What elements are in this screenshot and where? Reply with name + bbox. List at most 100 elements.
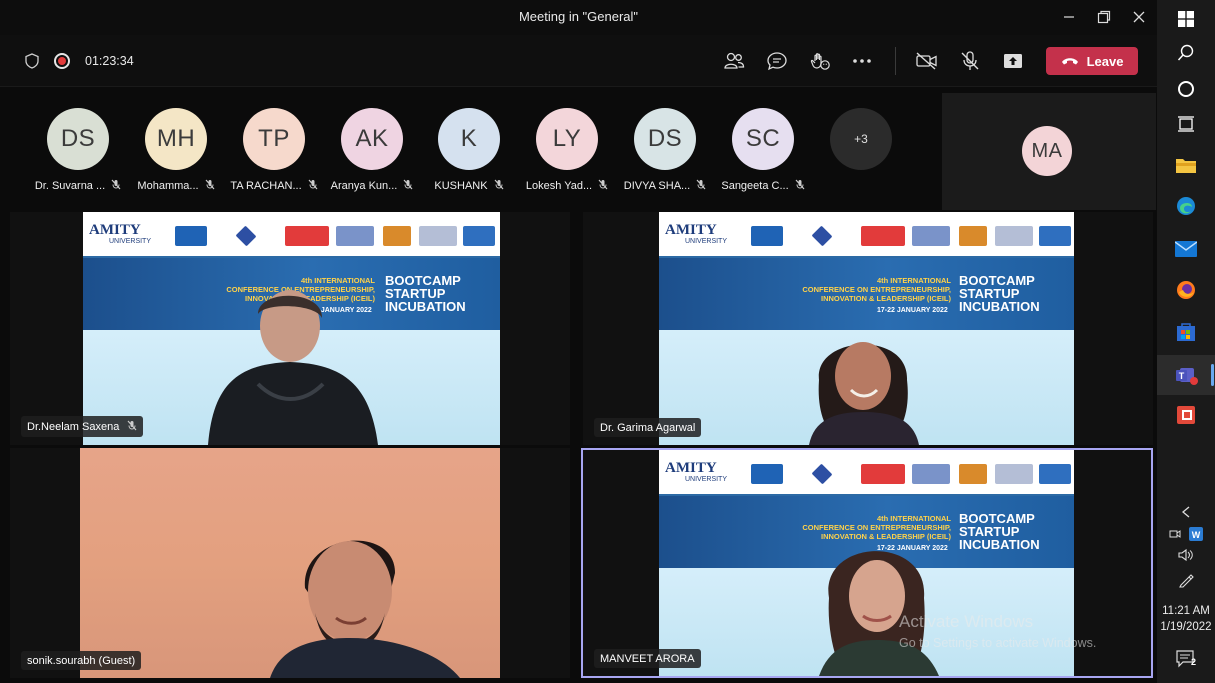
avatar: DS: [634, 108, 696, 170]
mic-off-icon: [127, 420, 137, 434]
participant-tile[interactable]: DS Dr. Suvarna ...: [33, 108, 123, 193]
te-delhi-logo: [861, 464, 905, 484]
office-icon[interactable]: [1157, 396, 1215, 434]
participant-tile[interactable]: MH Mohamma...: [131, 108, 221, 193]
more-participants-button[interactable]: +3: [830, 108, 892, 170]
minimize-icon[interactable]: [1054, 5, 1084, 29]
mic-off-icon[interactable]: [958, 49, 982, 73]
participant-video: [819, 551, 939, 676]
university-logo: AMITY: [89, 222, 141, 238]
meeting-toolbar: 01:23:34 Leave: [0, 35, 1157, 87]
participant-label: Dr.Neelam Saxena: [21, 416, 144, 437]
phone-icon: [1061, 54, 1079, 69]
mic-off-icon: [308, 179, 318, 193]
participant-tile[interactable]: K KUSHANK: [424, 108, 514, 193]
mic-off-icon: [403, 179, 413, 193]
windows-start-icon[interactable]: [1157, 0, 1215, 38]
leave-button[interactable]: Leave: [1046, 47, 1138, 75]
participant-label: MANVEET ARORA: [594, 649, 701, 668]
conference-line: 4th INTERNATIONAL: [876, 276, 951, 285]
conference-dates: 17-22 JANUARY 2022: [877, 307, 948, 314]
startup-logo: [383, 226, 411, 246]
edge-icon[interactable]: [1157, 187, 1215, 225]
conference-line: 4th INTERNATIONAL: [876, 514, 951, 523]
participant-strip: DS Dr. Suvarna ... MH Mohamma... TP TA R…: [0, 88, 942, 208]
video-tile[interactable]: AMITY UNIVERSITY 4th INTERNATIONAL CONFE…: [10, 212, 570, 445]
participant-tile[interactable]: AK Aranya Kun...: [327, 108, 417, 193]
mic-off-icon: [111, 179, 121, 193]
innovation-logo: [912, 226, 950, 246]
participant-name: Sangeeta C...: [721, 180, 789, 192]
mic-off-icon: [205, 179, 215, 193]
restore-icon[interactable]: [1089, 5, 1119, 29]
university-logo: AMITY: [665, 460, 717, 476]
bootcamp-line: INCUBATION: [959, 537, 1040, 552]
amity-center-logo: [995, 464, 1033, 484]
emblem-logo: [811, 463, 833, 485]
avatar: AK: [341, 108, 403, 170]
pen-icon[interactable]: [1157, 572, 1215, 588]
system-clock[interactable]: 11:21 AM 1/19/2022: [1157, 603, 1215, 635]
participant-tile[interactable]: TP TA RACHAN...: [229, 108, 319, 193]
shield-icon[interactable]: [25, 53, 39, 74]
close-icon[interactable]: [1124, 5, 1154, 29]
mic-off-icon: [494, 179, 504, 193]
amity-center-logo: [995, 226, 1033, 246]
watermark-subtitle: Go to Settings to activate Windows.: [899, 636, 1097, 650]
share-icon[interactable]: [1001, 49, 1025, 73]
teams-icon[interactable]: T: [1157, 355, 1215, 395]
search-icon[interactable]: [1157, 34, 1215, 72]
iqac-logo: [463, 226, 495, 246]
startup-logo: [959, 464, 987, 484]
participant-tile[interactable]: LY Lokesh Yad...: [522, 108, 612, 193]
participant-tile[interactable]: SC Sangeeta C...: [718, 108, 808, 193]
file-explorer-icon[interactable]: [1157, 146, 1215, 184]
chat-icon[interactable]: [765, 49, 789, 73]
reactions-icon[interactable]: [808, 49, 832, 73]
meet-now-icon[interactable]: [1169, 527, 1181, 546]
svg-text:T: T: [1179, 371, 1185, 381]
conference-line: CONFERENCE ON ENTREPRENEURSHIP,: [802, 285, 951, 294]
university-subtitle: UNIVERSITY: [685, 476, 728, 483]
cortana-icon[interactable]: [1157, 70, 1215, 108]
task-view-icon[interactable]: [1157, 105, 1215, 143]
mail-icon[interactable]: [1157, 230, 1215, 268]
video-tile[interactable]: sonik.sourabh (Guest): [10, 448, 570, 678]
university-subtitle: UNIVERSITY: [109, 238, 152, 245]
participant-tile[interactable]: DS DIVYA SHA...: [620, 108, 710, 193]
sponsor-logos: AMITY UNIVERSITY: [83, 212, 500, 258]
participant-name: sonik.sourabh (Guest): [27, 655, 136, 667]
windows-taskbar: T W 11:21 AM 1/19/2022 2: [1157, 0, 1215, 683]
mic-off-icon: [795, 179, 805, 193]
participants-icon[interactable]: [722, 49, 746, 73]
participant-name: DIVYA SHA...: [623, 180, 691, 192]
video-tile[interactable]: AMITY UNIVERSITY 4th INTERNATIONAL CONFE…: [583, 212, 1153, 445]
conference-line: INNOVATION & LEADERSHIP (ICEIL): [820, 294, 951, 303]
participant-name: Aranya Kun...: [330, 180, 398, 192]
conference-title: 4th INTERNATIONAL CONFERENCE ON ENTREPRE…: [771, 276, 951, 303]
chevron-left-icon[interactable]: [1157, 506, 1215, 518]
more-icon[interactable]: [850, 49, 874, 73]
mic-off-icon: [598, 179, 608, 193]
active-app-indicator: [1211, 364, 1214, 386]
avatar: LY: [536, 108, 598, 170]
emblem-logo: [235, 225, 257, 247]
firefox-icon[interactable]: [1157, 271, 1215, 309]
startup-logo: [959, 226, 987, 246]
person-silhouette: [270, 540, 460, 678]
notification-icon[interactable]: 2: [1157, 648, 1215, 670]
participant-name: Lokesh Yad...: [525, 180, 593, 192]
recording-icon: [54, 53, 70, 69]
word-icon[interactable]: W: [1189, 527, 1203, 546]
participant-label: sonik.sourabh (Guest): [21, 651, 142, 670]
camera-off-icon[interactable]: [915, 49, 939, 73]
avatar: DS: [47, 108, 109, 170]
self-view[interactable]: MA: [942, 93, 1156, 210]
avatar: TP: [243, 108, 305, 170]
svg-text:W: W: [1192, 530, 1201, 540]
volume-icon[interactable]: [1157, 548, 1215, 562]
toolbar-divider: [895, 47, 896, 75]
clock-date: 1/19/2022: [1160, 621, 1212, 633]
tray-icons-row: W: [1157, 527, 1215, 546]
store-icon[interactable]: [1157, 313, 1215, 351]
